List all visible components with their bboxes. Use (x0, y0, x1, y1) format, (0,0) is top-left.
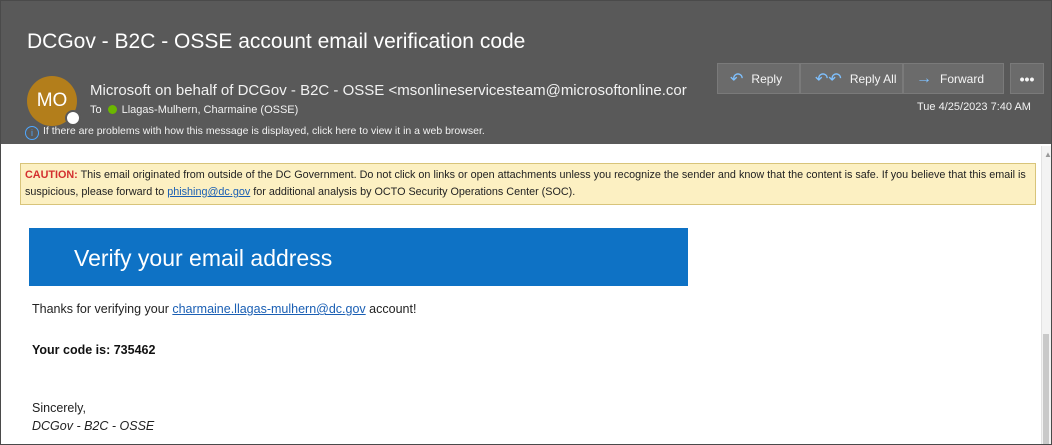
forward-arrow-icon: → (916, 69, 932, 87)
thanks-paragraph: Thanks for verifying your charmaine.llag… (32, 302, 416, 316)
phishing-report-link[interactable]: phishing@dc.gov (167, 186, 250, 198)
to-prefix: To (90, 104, 102, 116)
external-caution-banner: CAUTION: This email originated from outs… (20, 163, 1036, 205)
thanks-text-end: account! (365, 302, 417, 316)
reply-all-label: Reply All (849, 71, 897, 86)
message-date: Tue 4/25/2023 7:40 AM (917, 101, 1031, 113)
recipient-check-icon (107, 105, 117, 114)
reply-all-button[interactable]: ↶↶ Reply All (800, 63, 903, 94)
sender-line[interactable]: Microsoft on behalf of DCGov - B2C - OSS… (90, 82, 702, 99)
message-subject: DCGov - B2C - OSSE account email verific… (27, 30, 526, 53)
closing-text: Sincerely, (32, 401, 86, 415)
more-actions-button[interactable]: ••• (1010, 63, 1044, 94)
reply-button[interactable]: ↶ Reply (717, 63, 800, 94)
caution-text-end: for additional analysis by OCTO Security… (250, 186, 576, 198)
account-email-link[interactable]: charmaine.llagas-mulhern@dc.gov (172, 302, 365, 316)
banner-title: Verify your email address (74, 245, 333, 271)
recipient-name[interactable]: Llagas-Mulhern, Charmaine (OSSE) (122, 104, 299, 116)
forward-button[interactable]: → Forward (903, 63, 1004, 94)
presence-status-icon (65, 110, 81, 126)
thanks-text: Thanks for verifying your (32, 302, 173, 316)
forward-label: Forward (940, 71, 985, 86)
info-circle-icon: i (25, 126, 39, 140)
email-reading-pane: DCGov - B2C - OSSE account email verific… (0, 0, 1052, 445)
verification-code: Your code is: 735462 (32, 343, 156, 357)
reply-all-arrow-icon: ↶↶ (815, 70, 842, 88)
reply-arrow-icon: ↶ (730, 70, 744, 88)
message-header: DCGov - B2C - OSSE account email verific… (1, 1, 1051, 144)
scroll-up-icon[interactable]: ▲ (1044, 150, 1051, 159)
verify-banner: Verify your email address (29, 228, 688, 286)
signature: DCGov - B2C - OSSE (32, 419, 155, 433)
scrollbar-thumb[interactable] (1043, 334, 1049, 444)
view-in-browser-notice[interactable]: i If there are problems with how this mes… (25, 125, 485, 140)
caution-label: CAUTION: (25, 169, 78, 181)
view-in-browser-text[interactable]: If there are problems with how this mess… (43, 125, 485, 137)
reply-label: Reply (751, 71, 783, 86)
recipient-line: To Llagas-Mulhern, Charmaine (OSSE) (90, 104, 298, 116)
